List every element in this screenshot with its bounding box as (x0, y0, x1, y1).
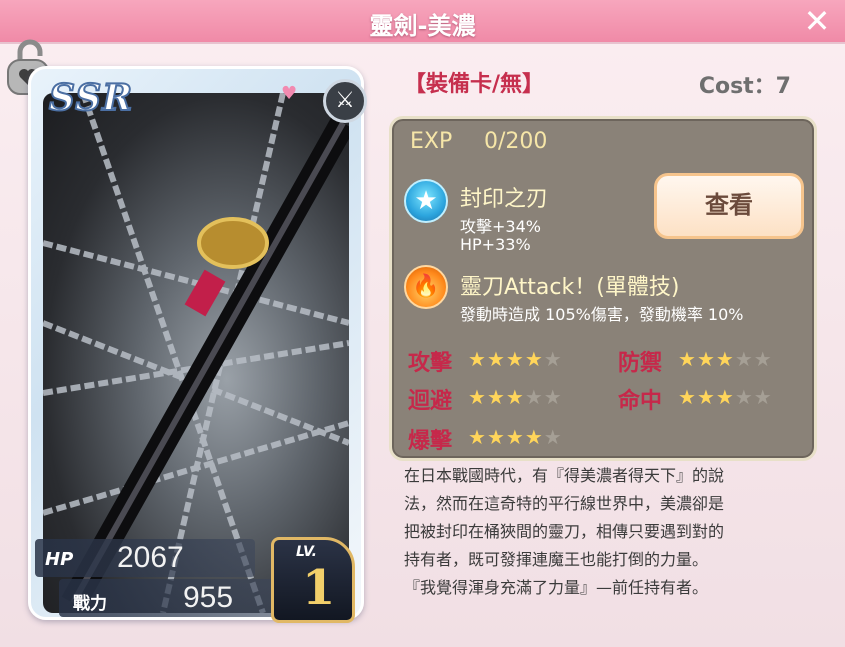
hp-bar: HP 2067 (35, 539, 255, 577)
power-value: 955 (183, 581, 234, 614)
skill1-name: 封印之刃 (460, 187, 549, 212)
description-line: 法，然而在這奇特的平行線世界中，美濃卻是 (404, 494, 725, 513)
star-filled-icon: ★ (486, 385, 506, 409)
star-filled-icon: ★ (505, 385, 525, 409)
star-filled-icon: ★ (678, 385, 697, 409)
sword-type-icon: ⚔ (323, 79, 367, 123)
power-bar: 戰力 955 (59, 579, 277, 617)
star-filled-icon: ★ (715, 385, 735, 409)
power-label: 戰力 (73, 594, 107, 614)
skill2-description: 發動時造成 105%傷害，發動機率 10% (460, 305, 744, 324)
stat-label-critical: 爆擊 (408, 429, 453, 454)
exp-value: 0/200 (484, 129, 548, 154)
star-empty-icon: ★ (543, 347, 563, 371)
star-filled-icon: ★ (524, 425, 544, 449)
level-badge: LV. 1 (271, 537, 355, 623)
star-filled-icon: ★ (486, 347, 506, 371)
skill2-name: 靈刀Attack！(單體技) (460, 275, 680, 300)
skill1-effect-1: 攻擊+34% (460, 217, 541, 236)
star-empty-icon: ★ (734, 385, 754, 409)
stat-stars-accuracy: ★★★★★ (678, 385, 773, 409)
star-filled-icon: ★ (678, 347, 697, 371)
stat-label-evasion: 迴避 (408, 389, 453, 414)
flame-skill-icon: 🔥 (404, 265, 448, 309)
skill1-effect-2: HP+33% (460, 235, 531, 254)
star-empty-icon: ★ (543, 425, 563, 449)
star-filled-icon: ★ (486, 425, 506, 449)
sword-art (43, 93, 349, 613)
page-title: 靈劍-美濃 (369, 12, 476, 40)
star-empty-icon: ★ (753, 347, 773, 371)
description-line: 把被封印在桶狹間的靈刀，相傳只要遇到對的 (404, 522, 725, 541)
star-filled-icon: ★ (696, 347, 716, 371)
stat-stars-defense: ★★★★★ (678, 347, 773, 371)
hp-label: HP (45, 549, 74, 570)
star-filled-icon: ★ (468, 347, 487, 371)
star-filled-icon: ★ (696, 385, 716, 409)
heart-icon: ♥ (281, 83, 298, 104)
stat-label-defense: 防禦 (618, 351, 663, 376)
star-filled-icon: ★ (524, 347, 544, 371)
description-line: 『我覺得渾身充滿了力量』—前任持有者。 (404, 578, 709, 597)
stat-stars-evasion: ★★★★★ (468, 385, 563, 409)
close-icon[interactable]: ✕ (801, 5, 833, 38)
rarity-label: SSR (48, 76, 134, 120)
view-button[interactable]: 查看 (654, 173, 804, 239)
star-empty-icon: ★ (543, 385, 563, 409)
card-frame: SSR ♥ ⚔ HP 2067 戰力 955 LV. 1 (28, 66, 367, 623)
header-bar: 靈劍-美濃 ✕ (0, 0, 845, 44)
description-line: 在日本戰國時代，有『得美濃者得天下』的說 (404, 466, 725, 485)
info-panel: EXP 0/200 ★ 封印之刃 攻擊+34% HP+33% 查看 🔥 靈刀At… (389, 116, 817, 461)
star-filled-icon: ★ (505, 347, 525, 371)
stat-label-attack: 攻擊 (408, 351, 453, 376)
stat-label-accuracy: 命中 (618, 389, 663, 414)
star-empty-icon: ★ (753, 385, 773, 409)
exp-label: EXP (410, 129, 453, 154)
level-label: LV. (296, 544, 317, 560)
stat-stars-critical: ★★★★★ (468, 425, 563, 449)
star-empty-icon: ★ (524, 385, 544, 409)
hp-value: 2067 (117, 541, 184, 574)
description-line: 持有者，既可發揮連魔王也能打倒的力量。 (404, 550, 709, 569)
equip-type-label: 【裝備卡/無】 (404, 72, 545, 97)
card-artwork (43, 93, 349, 613)
card-description: 在日本戰國時代，有『得美濃者得天下』的說 法，然而在這奇特的平行線世界中，美濃卻… (404, 462, 814, 602)
star-filled-icon: ★ (468, 385, 487, 409)
cost-label: Cost：7 (698, 74, 791, 99)
star-skill-icon: ★ (404, 179, 448, 223)
star-filled-icon: ★ (505, 425, 525, 449)
star-filled-icon: ★ (715, 347, 735, 371)
stat-stars-attack: ★★★★★ (468, 347, 563, 371)
star-filled-icon: ★ (468, 425, 487, 449)
star-empty-icon: ★ (734, 347, 754, 371)
level-value: 1 (302, 560, 336, 616)
